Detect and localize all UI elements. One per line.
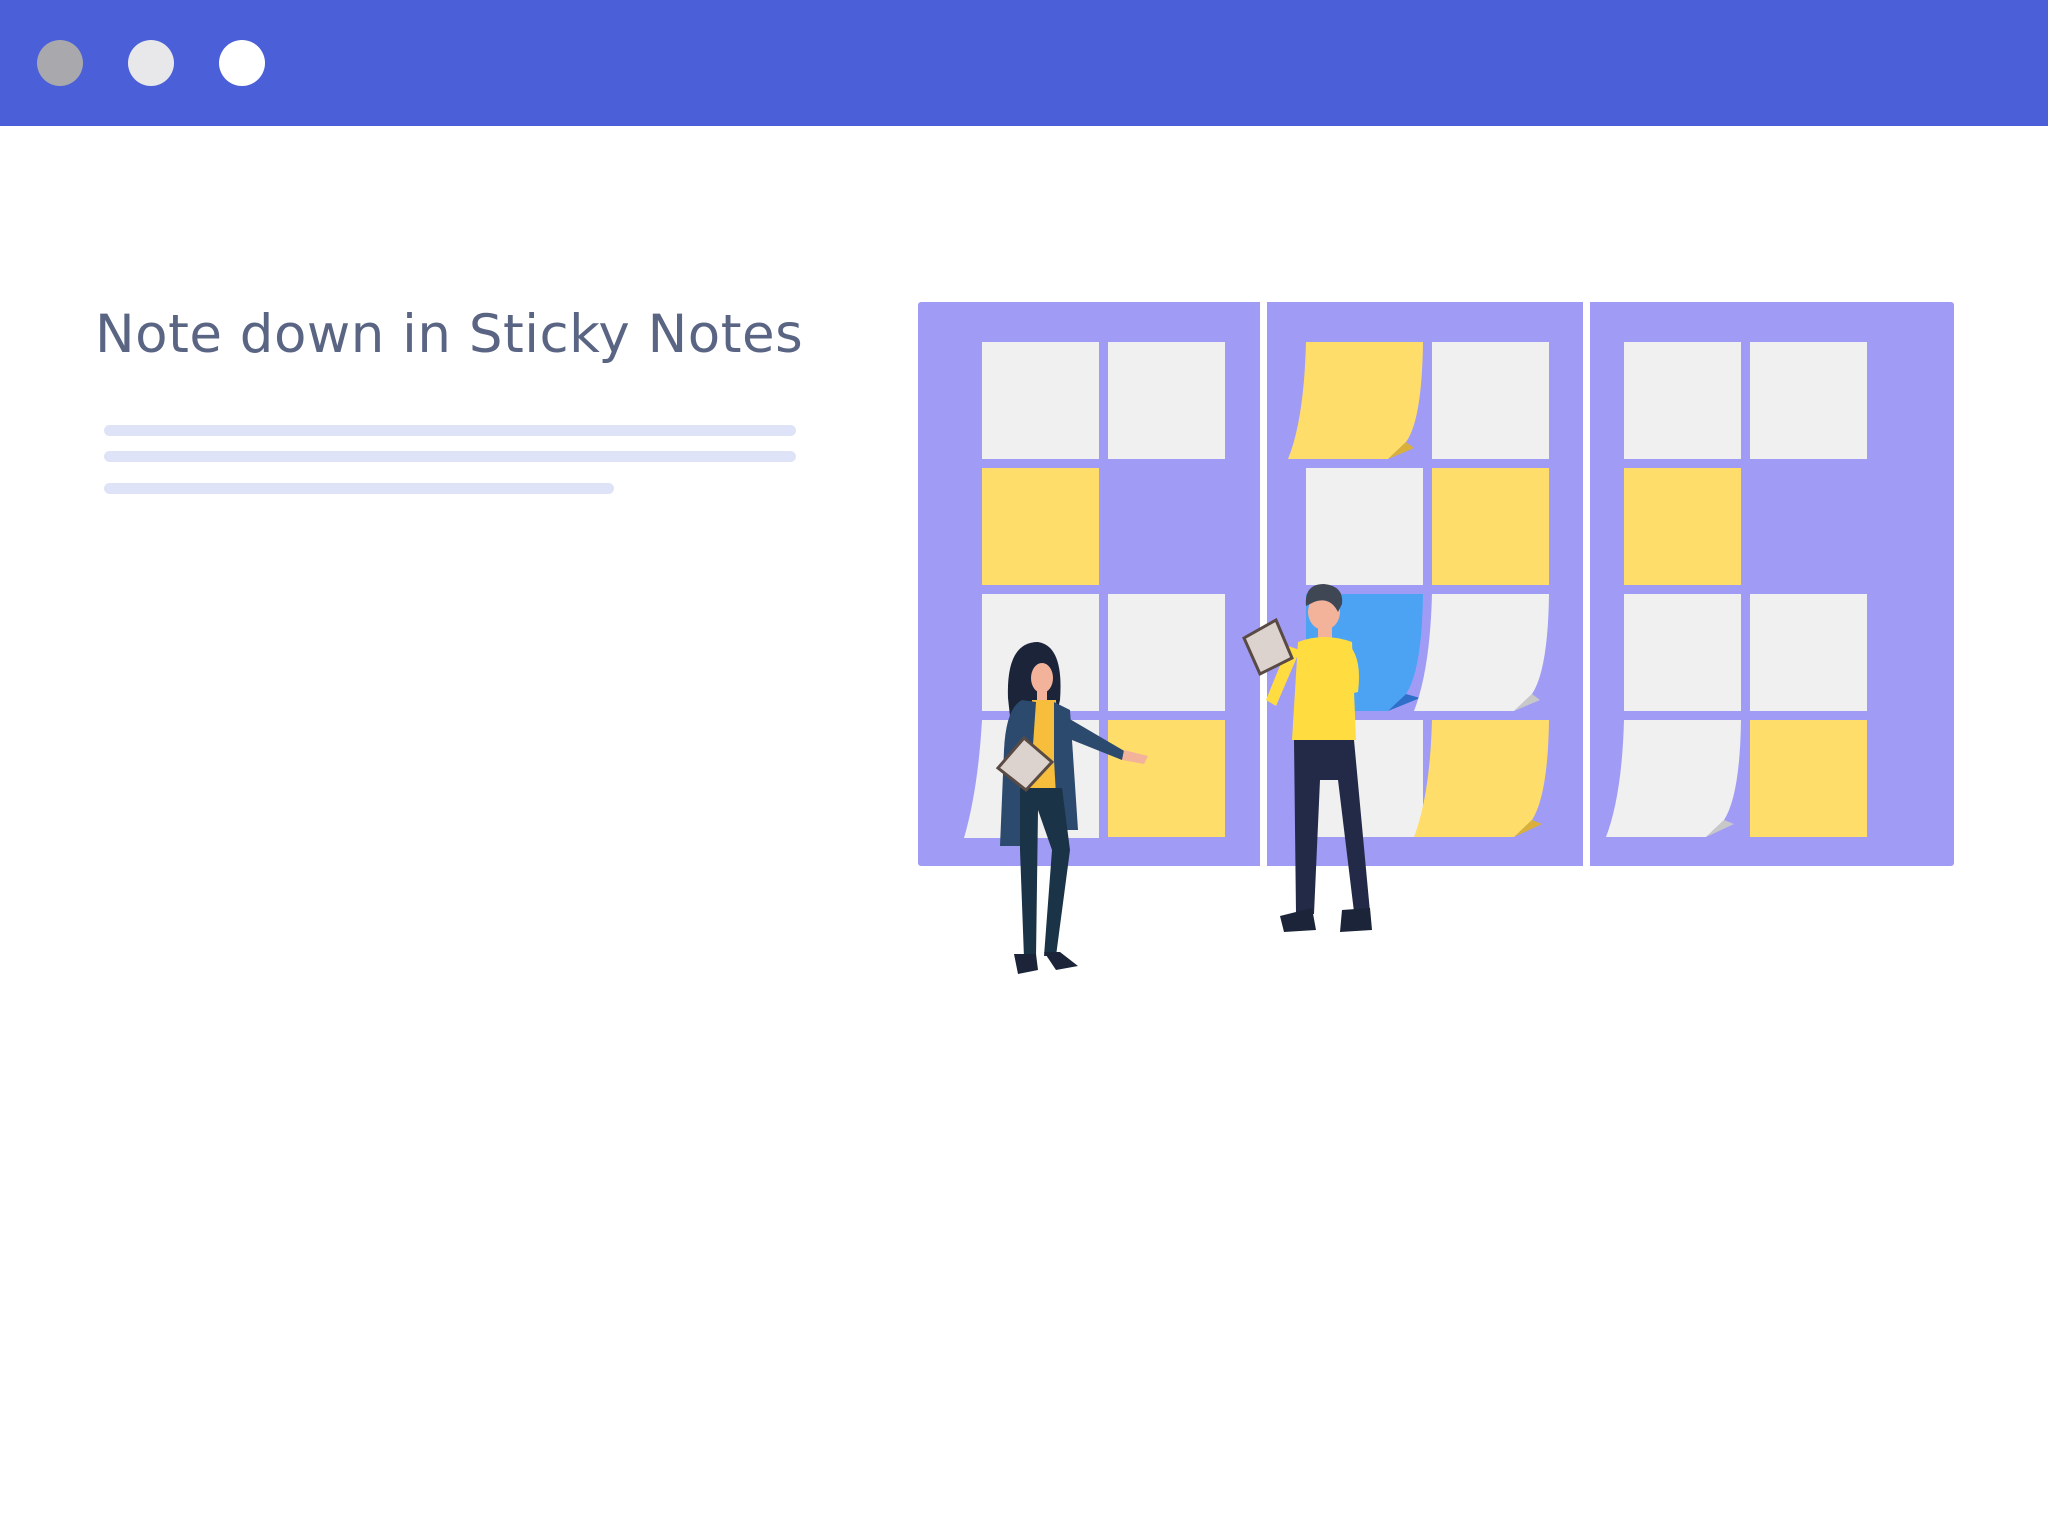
- sticky-note: [1606, 720, 1741, 837]
- sticky-note: [1432, 468, 1549, 585]
- sticky-note: [1624, 594, 1741, 711]
- sticky-note: [1414, 720, 1549, 837]
- window-minimize-button[interactable]: [128, 40, 174, 86]
- placeholder-text-line: [104, 451, 796, 462]
- sticky-note: [1432, 342, 1549, 459]
- sticky-note: [1108, 594, 1225, 711]
- sticky-note: [1288, 342, 1423, 459]
- board-divider: [1260, 302, 1267, 866]
- window-close-button[interactable]: [37, 40, 83, 86]
- sticky-note: [1750, 594, 1867, 711]
- sticky-note: [1750, 720, 1867, 837]
- placeholder-text-line: [104, 483, 614, 494]
- page-heading: Note down in Sticky Notes: [95, 304, 804, 365]
- window-maximize-button[interactable]: [219, 40, 265, 86]
- sticky-note: [1108, 720, 1225, 837]
- placeholder-text-line: [104, 425, 796, 436]
- window-titlebar: [0, 0, 2048, 126]
- sticky-note: [1624, 342, 1741, 459]
- sticky-note: [982, 342, 1099, 459]
- sticky-note: [1624, 468, 1741, 585]
- sticky-note: [982, 468, 1099, 585]
- sticky-note: [1414, 594, 1549, 711]
- sticky-note: [1306, 468, 1423, 585]
- board-divider: [1583, 302, 1590, 866]
- sticky-notes-board-illustration: [918, 302, 1954, 974]
- sticky-note: [1108, 342, 1225, 459]
- sticky-note: [1750, 342, 1867, 459]
